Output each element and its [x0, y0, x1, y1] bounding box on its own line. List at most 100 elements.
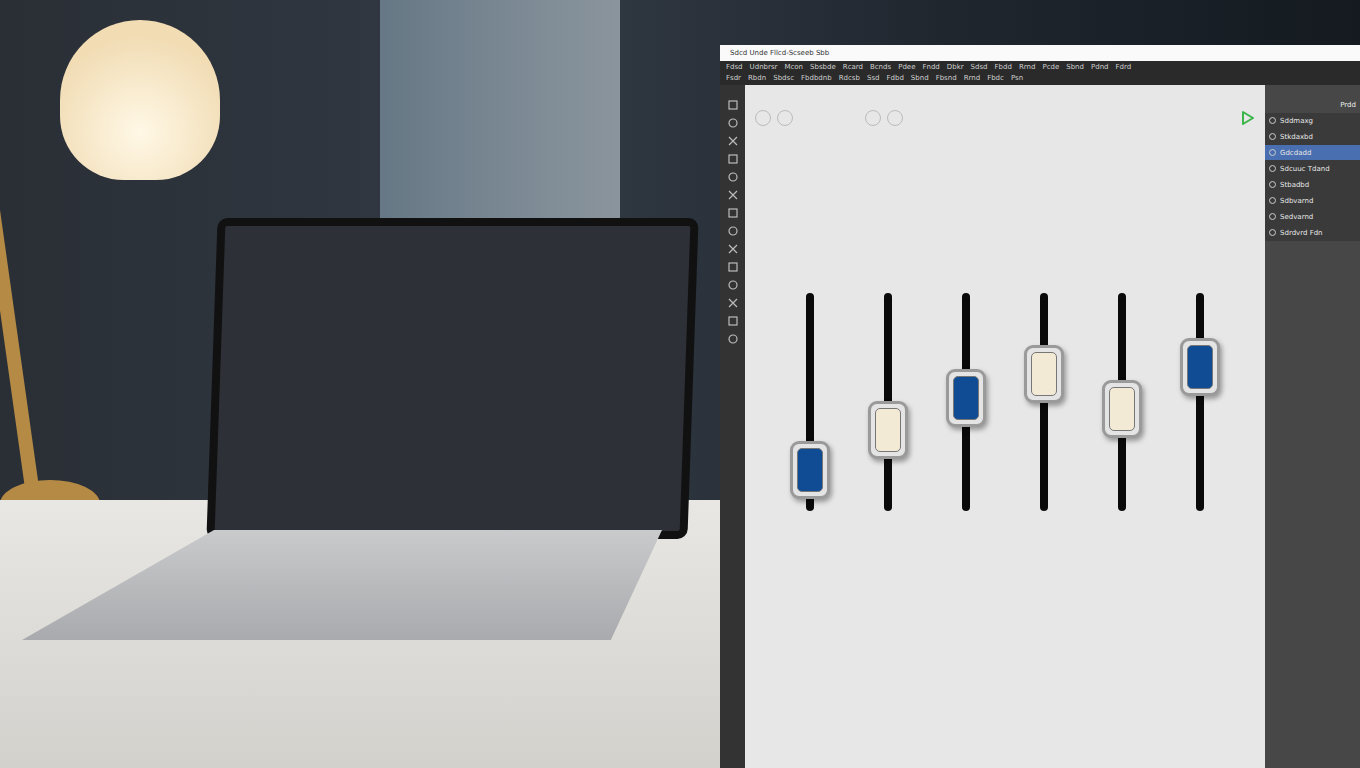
- menu-item[interactable]: Sdsd: [971, 63, 988, 71]
- slider[interactable]: [1024, 293, 1064, 511]
- laptop-screen: [206, 218, 698, 539]
- panel-item[interactable]: Stbadbd: [1265, 177, 1360, 193]
- menu-item[interactable]: Fsdr: [726, 74, 741, 82]
- menu-item[interactable]: Fndd: [922, 63, 939, 71]
- knob-face: [875, 408, 901, 452]
- slider-knob[interactable]: [946, 369, 986, 427]
- tool-icon[interactable]: [727, 171, 739, 183]
- tool-icon[interactable]: [727, 261, 739, 273]
- layer-icon: [1269, 133, 1276, 140]
- menu-item[interactable]: Bcnds: [870, 63, 891, 71]
- layers-panel: Prdd Sddmaxg Stkdaxbd Gdcdadd Sdcuuc Tda…: [1265, 85, 1360, 768]
- workspace: Prdd Sddmaxg Stkdaxbd Gdcdadd Sdcuuc Tda…: [720, 85, 1360, 768]
- panel-item[interactable]: Sdbvarnd: [1265, 193, 1360, 209]
- knob-face: [953, 376, 979, 420]
- tool-icon[interactable]: [727, 243, 739, 255]
- menu-item[interactable]: Rbdn: [748, 74, 766, 82]
- lamp-icon: [60, 20, 220, 180]
- slider-knob[interactable]: [1024, 345, 1064, 403]
- menu-row: Fsdr Rbdn Sbdsc Fbdbdnb Rdcsb Ssd Fdbd Sbnd Fbsn…: [726, 74, 1354, 82]
- tool-icon[interactable]: [727, 135, 739, 147]
- canvas: [745, 85, 1265, 768]
- menu-item[interactable]: Rrnd: [964, 74, 981, 82]
- circle-buttons: [755, 110, 903, 126]
- knob-face: [1109, 387, 1135, 431]
- menu-item[interactable]: Pdnd: [1091, 63, 1109, 71]
- layer-icon: [1269, 117, 1276, 124]
- canvas-toolbar: [745, 85, 1265, 126]
- window-title: Sdcd Unde Fllcd-Scseeb Sbb: [730, 49, 829, 57]
- tool-icon[interactable]: [727, 117, 739, 129]
- title-bar: Sdcd Unde Fllcd-Scseeb Sbb: [720, 45, 1360, 61]
- menu-item[interactable]: Sbnd: [1066, 63, 1084, 71]
- circle-button-icon[interactable]: [865, 110, 881, 126]
- menu-row: Fdsd Udnbrsr Mcon Sbsbde Rcard Bcnds Pdee Fndd D…: [726, 63, 1354, 71]
- menu-item[interactable]: Rdcsb: [839, 74, 860, 82]
- menu-item[interactable]: Fdbd: [887, 74, 904, 82]
- tool-icon[interactable]: [727, 279, 739, 291]
- tool-strip: [720, 85, 745, 768]
- tool-icon[interactable]: [727, 333, 739, 345]
- layer-icon: [1269, 197, 1276, 204]
- tool-icon[interactable]: [727, 297, 739, 309]
- scene: Sdcd Unde Fllcd-Scseeb Sbb Fdsd Udnbrsr Mc…: [0, 0, 1360, 768]
- slider-track: [1196, 293, 1204, 511]
- menu-item[interactable]: Ssd: [867, 74, 880, 82]
- menu-item[interactable]: Mcon: [784, 63, 803, 71]
- slider[interactable]: [868, 293, 908, 511]
- menu-item[interactable]: Pdee: [898, 63, 915, 71]
- menu-item[interactable]: Pcde: [1042, 63, 1059, 71]
- menu-item[interactable]: Fbdd: [995, 63, 1012, 71]
- layer-icon: [1269, 229, 1276, 236]
- tool-icon[interactable]: [727, 99, 739, 111]
- panel-title: Prdd: [1265, 99, 1360, 113]
- tool-icon[interactable]: [727, 153, 739, 165]
- layer-icon: [1269, 213, 1276, 220]
- slider-group: [745, 293, 1265, 511]
- panel-item[interactable]: Sedvarnd: [1265, 209, 1360, 225]
- panel-item[interactable]: Sddmaxg: [1265, 113, 1360, 129]
- layer-icon: [1269, 181, 1276, 188]
- panel-item[interactable]: Sdcuuc Tdand: [1265, 161, 1360, 177]
- tool-icon[interactable]: [727, 207, 739, 219]
- menu-item[interactable]: Fbdbdnb: [801, 74, 832, 82]
- menu-item[interactable]: Sbsbde: [810, 63, 836, 71]
- tool-icon[interactable]: [727, 315, 739, 327]
- slider[interactable]: [946, 293, 986, 511]
- wall: [380, 0, 620, 220]
- menu-item[interactable]: Psn: [1011, 74, 1023, 82]
- slider-knob[interactable]: [1102, 380, 1142, 438]
- menu-bar: Fdsd Udnbrsr Mcon Sbsbde Rcard Bcnds Pdee Fndd D…: [720, 61, 1360, 85]
- slider-knob[interactable]: [868, 401, 908, 459]
- tool-icon[interactable]: [727, 189, 739, 201]
- menu-item[interactable]: Sbdsc: [773, 74, 794, 82]
- slider[interactable]: [1180, 293, 1220, 511]
- layer-icon: [1269, 165, 1276, 172]
- menu-item[interactable]: Fdsd: [726, 63, 743, 71]
- menu-item[interactable]: Sbnd: [911, 74, 929, 82]
- slider[interactable]: [790, 293, 830, 511]
- knob-face: [1187, 345, 1213, 389]
- tool-icon[interactable]: [727, 225, 739, 237]
- menu-item[interactable]: Fbsnd: [936, 74, 957, 82]
- circle-button-icon[interactable]: [887, 110, 903, 126]
- menu-item[interactable]: Udnbrsr: [750, 63, 778, 71]
- panel-item[interactable]: Gdcdadd: [1265, 145, 1360, 161]
- panel-item[interactable]: Sdrdvrd Fdn: [1265, 225, 1360, 241]
- panel-item[interactable]: Stkdaxbd: [1265, 129, 1360, 145]
- circle-button-icon[interactable]: [755, 110, 771, 126]
- knob-face: [797, 448, 823, 492]
- play-icon[interactable]: [1241, 110, 1255, 126]
- menu-item[interactable]: Rrnd: [1019, 63, 1036, 71]
- menu-item[interactable]: Dbkr: [947, 63, 964, 71]
- slider[interactable]: [1102, 293, 1142, 511]
- slider-knob[interactable]: [1180, 338, 1220, 396]
- slider-knob[interactable]: [790, 441, 830, 499]
- menu-item[interactable]: Rcard: [843, 63, 863, 71]
- menu-item[interactable]: Fdrd: [1116, 63, 1132, 71]
- menu-item[interactable]: Fbdc: [987, 74, 1004, 82]
- lamp-arm: [0, 121, 40, 499]
- knob-face: [1031, 352, 1057, 396]
- circle-button-icon[interactable]: [777, 110, 793, 126]
- layer-icon: [1269, 149, 1276, 156]
